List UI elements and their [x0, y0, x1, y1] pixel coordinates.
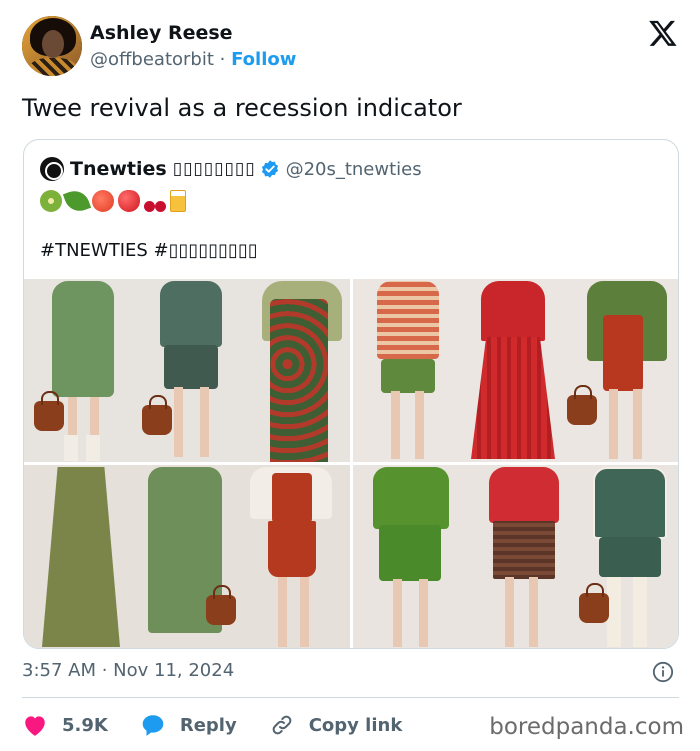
- author-name[interactable]: Ashley Reese: [90, 22, 233, 44]
- copy-link-button[interactable]: Copy link: [269, 713, 403, 737]
- quoted-name[interactable]: Tnewties: [70, 158, 167, 180]
- action-bar: 5.9K Reply Copy link: [22, 710, 434, 740]
- divider: [22, 697, 679, 698]
- quoted-header: Tnewties ▯▯▯▯▯▯▯▯ @20s_tnewties: [40, 156, 422, 182]
- like-button[interactable]: 5.9K: [22, 713, 108, 737]
- red-apple-icon: [118, 190, 140, 212]
- photo-green-outfits-2[interactable]: [24, 465, 350, 648]
- handle-separator: ·: [219, 49, 226, 70]
- quoted-handle[interactable]: @20s_tnewties: [286, 159, 422, 180]
- cherries-icon: [144, 190, 166, 212]
- leafy-green-icon: [62, 186, 92, 216]
- tweet-timestamp[interactable]: 3:57 AM · Nov 11, 2024: [22, 660, 234, 681]
- tomato-icon: [92, 190, 114, 212]
- author-avatar[interactable]: [22, 16, 82, 76]
- tweet-header: Ashley Reese @offbeatorbit · Follow: [22, 16, 682, 78]
- link-icon: [272, 715, 292, 735]
- emoji-row: [40, 186, 186, 216]
- reply-label: Reply: [179, 714, 237, 736]
- tweet-text: Twee revival as a recession indicator: [22, 94, 462, 122]
- reply-button[interactable]: Reply: [140, 713, 237, 737]
- author-handle[interactable]: @offbeatorbit: [90, 49, 214, 70]
- reply-bubble-icon: [142, 715, 164, 736]
- verified-badge-icon: [261, 160, 278, 178]
- quoted-avatar[interactable]: [40, 157, 64, 181]
- quoted-hashtags[interactable]: #TNEWTIES #▯▯▯▯▯▯▯▯▯: [40, 240, 258, 261]
- quoted-name-suffix: ▯▯▯▯▯▯▯▯: [172, 159, 256, 179]
- boredpanda-watermark: boredpanda.com: [489, 714, 684, 740]
- info-icon[interactable]: [652, 661, 674, 683]
- follow-button[interactable]: Follow: [231, 49, 296, 70]
- kiwi-icon: [40, 190, 62, 212]
- x-logo-icon[interactable]: [648, 18, 678, 48]
- photo-red-outfits[interactable]: [353, 279, 678, 462]
- outfit-photo-grid[interactable]: [24, 279, 678, 648]
- heart-icon: [25, 716, 45, 736]
- photo-mixed-outfits[interactable]: [353, 465, 678, 648]
- juice-box-icon: [170, 190, 186, 212]
- photo-green-outfits-1[interactable]: [24, 279, 350, 462]
- quoted-tweet[interactable]: Tnewties ▯▯▯▯▯▯▯▯ @20s_tnewties #TNEWTIE…: [23, 139, 679, 649]
- copy-link-label: Copy link: [308, 714, 403, 736]
- author-handle-line: @offbeatorbit · Follow: [90, 49, 296, 70]
- like-count: 5.9K: [62, 714, 108, 736]
